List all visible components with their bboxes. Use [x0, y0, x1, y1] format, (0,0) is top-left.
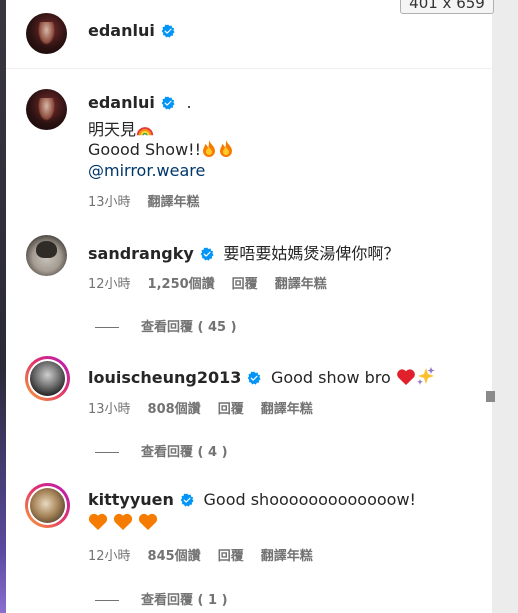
- comment-avatar-sandrangky[interactable]: [26, 235, 67, 276]
- header-username-text[interactable]: edanlui: [88, 21, 155, 40]
- post-username[interactable]: edanlui .: [88, 93, 192, 112]
- caption-line-2: Goood Show!!: [88, 139, 235, 159]
- comment-username[interactable]: kittyyuen Good shooooooooooooow!: [88, 490, 416, 509]
- comment-username-text[interactable]: kittyyuen: [88, 490, 174, 509]
- verified-badge-icon: [248, 371, 262, 385]
- comment-timestamp[interactable]: 12小時: [88, 549, 131, 564]
- comment-username-text[interactable]: louischeung2013: [88, 368, 241, 387]
- scroll-gutter: [492, 0, 518, 613]
- scrollbar-thumb[interactable]: [486, 391, 495, 402]
- comment-avatar-kittyyuen[interactable]: [25, 483, 70, 528]
- comments-panel: edanlui edanlui . 明天見 Goood Show!! @mirr…: [6, 0, 492, 613]
- caption-timestamp[interactable]: 13小時: [88, 195, 131, 210]
- translate-link[interactable]: 翻譯年糕: [275, 277, 327, 292]
- reply-button[interactable]: 回覆: [218, 402, 244, 417]
- mention-link[interactable]: @mirror.weare: [88, 161, 205, 180]
- red-heart-icon: [397, 369, 416, 385]
- verified-badge-icon: [161, 24, 175, 38]
- reply-button[interactable]: 回覆: [232, 277, 258, 292]
- comment-meta: 12小時 1,250個讚 回覆 翻譯年糕: [88, 273, 344, 292]
- view-replies-label[interactable]: 查看回覆 ( 1 ): [141, 593, 228, 608]
- comment-username[interactable]: sandrangky 要唔要姑媽煲湯俾你啊？: [88, 240, 399, 264]
- comment-text: Good shooooooooooooow!: [203, 490, 416, 509]
- caption-translate-link[interactable]: 翻譯年糕: [148, 195, 200, 210]
- verified-badge-icon: [200, 247, 214, 261]
- comment-avatar-louischeung2013[interactable]: [25, 356, 70, 401]
- view-replies-button[interactable]: 查看回覆 ( 45 ): [95, 316, 237, 335]
- comment-text: Good show bro: [270, 368, 391, 387]
- view-replies-button[interactable]: 查看回覆 ( 4 ): [95, 441, 228, 460]
- comment-timestamp[interactable]: 13小時: [88, 402, 131, 417]
- reply-button[interactable]: 回覆: [218, 549, 244, 564]
- caption-line-2-text: Goood Show!!: [88, 140, 202, 159]
- comment-likes[interactable]: 845個讚: [148, 549, 201, 564]
- fire-icon: [203, 140, 233, 157]
- comment-timestamp[interactable]: 12小時: [88, 277, 131, 292]
- post-avatar[interactable]: [26, 89, 67, 130]
- comment-meta: 13小時 808個讚 回覆 翻譯年糕: [88, 398, 330, 417]
- dimensions-label: 401 x 659: [400, 0, 494, 14]
- comment-likes[interactable]: 808個讚: [148, 402, 201, 417]
- avatar-image: [30, 488, 65, 523]
- comment-emoji-line: [88, 512, 160, 533]
- comment-text: 要唔要姑媽煲湯俾你啊？: [223, 244, 400, 263]
- avatar-image: [30, 361, 65, 396]
- rainbow-icon: [136, 127, 154, 136]
- view-replies-label[interactable]: 查看回覆 ( 4 ): [141, 445, 228, 460]
- comment-username[interactable]: louischeung2013 Good show bro: [88, 366, 436, 387]
- translate-link[interactable]: 翻譯年糕: [261, 402, 313, 417]
- comment-meta: 12小時 845個讚 回覆 翻譯年糕: [88, 545, 330, 564]
- comment-likes[interactable]: 1,250個讚: [148, 277, 215, 292]
- caption-dot: .: [186, 93, 192, 112]
- view-replies-label[interactable]: 查看回覆 ( 45 ): [141, 320, 237, 335]
- orange-heart-icon: [88, 513, 158, 530]
- verified-badge-icon: [161, 96, 175, 110]
- caption-line-1-text: 明天見: [88, 120, 137, 139]
- divider-line: [95, 452, 119, 453]
- divider-line: [95, 600, 119, 601]
- verified-badge-icon: [180, 493, 194, 507]
- caption-line-1: 明天見: [88, 116, 154, 140]
- divider-line: [95, 327, 119, 328]
- caption-meta: 13小時 翻譯年糕: [88, 191, 217, 210]
- post-username-text[interactable]: edanlui: [88, 93, 155, 112]
- avatar[interactable]: [26, 13, 67, 54]
- sparkles-icon: [417, 367, 435, 385]
- header-username[interactable]: edanlui: [88, 21, 175, 40]
- translate-link[interactable]: 翻譯年糕: [261, 549, 313, 564]
- view-replies-button[interactable]: 查看回覆 ( 1 ): [95, 589, 228, 608]
- comment-username-text[interactable]: sandrangky: [88, 244, 194, 263]
